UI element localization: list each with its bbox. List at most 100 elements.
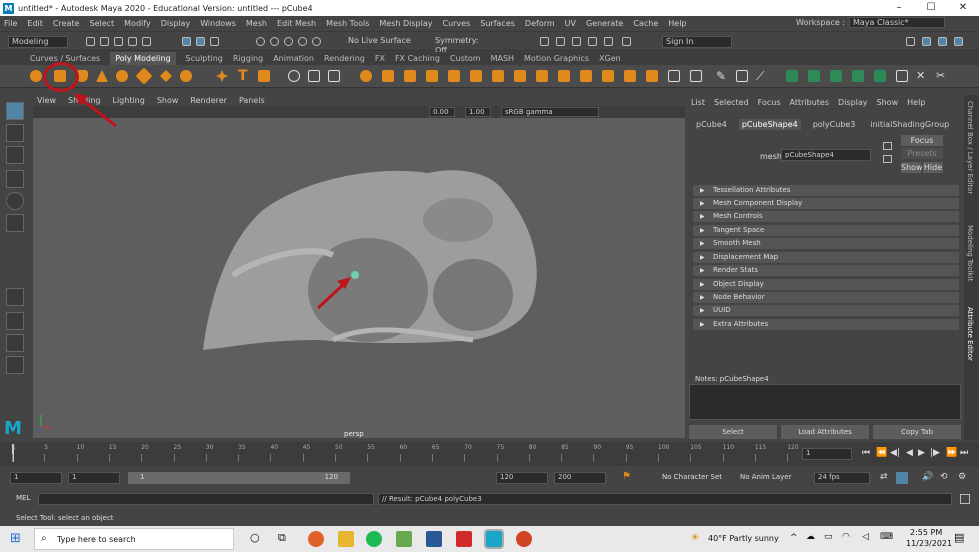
deformer-c-icon[interactable]: [830, 70, 842, 82]
cortana-icon[interactable]: ○: [250, 531, 260, 544]
minimize-button[interactable]: –: [883, 0, 915, 16]
scale-tool-icon[interactable]: [6, 214, 24, 232]
app-green-icon[interactable]: [396, 531, 412, 547]
target-weld-icon[interactable]: [602, 70, 614, 82]
vp-menu-panels[interactable]: Panels: [239, 95, 265, 106]
bridge-icon[interactable]: [426, 70, 438, 82]
command-input[interactable]: [38, 493, 374, 505]
draw-icon[interactable]: ⟋: [756, 70, 768, 82]
presets-button[interactable]: Presets: [901, 148, 943, 159]
menu-deform[interactable]: Deform: [525, 19, 555, 28]
tray-chevron-icon[interactable]: ^: [790, 533, 798, 543]
undo-icon[interactable]: [128, 37, 137, 46]
reset-icon[interactable]: ⟲: [940, 472, 948, 482]
shelf-tab-motion-graphics[interactable]: Motion Graphics: [524, 52, 589, 65]
ae-menu-focus[interactable]: Focus: [758, 98, 781, 107]
anim-prefs-icon[interactable]: ⚙: [958, 472, 966, 482]
taskbar-search-box[interactable]: ⌕ Type here to search: [34, 528, 234, 550]
snap-grid-icon[interactable]: [256, 37, 265, 46]
vp-menu-show[interactable]: Show: [157, 95, 179, 106]
menu-mesh-display[interactable]: Mesh Display: [379, 19, 432, 28]
notes-textarea[interactable]: [689, 384, 961, 420]
anim-layer-dropdown[interactable]: No Anim Layer: [740, 473, 791, 481]
poly-sphere-icon[interactable]: [30, 70, 42, 82]
step-back-frame-icon[interactable]: ◀|: [890, 448, 900, 458]
mirror-icon[interactable]: [382, 70, 394, 82]
step-forward-key-icon[interactable]: ⏩: [946, 448, 957, 458]
menu-edit[interactable]: Edit: [27, 19, 43, 28]
menu-mesh[interactable]: Mesh: [246, 19, 267, 28]
go-to-start-icon[interactable]: ⏮: [862, 448, 870, 458]
menu-edit-mesh[interactable]: Edit Mesh: [277, 19, 316, 28]
powerpoint-icon[interactable]: [516, 531, 532, 547]
file-explorer-icon[interactable]: [338, 531, 354, 547]
section-node-behavior[interactable]: Node Behavior: [693, 292, 959, 303]
battery-icon[interactable]: ▭: [824, 532, 833, 542]
shelf-tab-fx[interactable]: FX: [375, 52, 385, 65]
word-icon[interactable]: [426, 531, 442, 547]
four-view-layout-icon[interactable]: [6, 312, 24, 330]
select-by-component-icon[interactable]: [210, 37, 219, 46]
notifications-icon[interactable]: ▤: [954, 531, 964, 544]
ipr-render-icon[interactable]: [556, 37, 565, 46]
menu-curves[interactable]: Curves: [442, 19, 470, 28]
menu-create[interactable]: Create: [53, 19, 80, 28]
shelf-tab-sculpting[interactable]: Sculpting: [186, 52, 223, 65]
ae-menu-list[interactable]: List: [691, 98, 705, 107]
poly-plane-icon[interactable]: [135, 67, 153, 85]
clock-time[interactable]: 2:55 PM: [910, 528, 942, 537]
menu-cache[interactable]: Cache: [633, 19, 658, 28]
svg-icon[interactable]: [258, 70, 270, 82]
shelf-tab-xgen[interactable]: XGen: [599, 52, 621, 65]
time-slider[interactable]: 1 5 10 15 20 25 30 35 40 45 50 55 60 65 70 75 80 85 90 95 10…: [0, 442, 979, 466]
viewport-panel[interactable]: [33, 95, 685, 438]
menu-select[interactable]: Select: [89, 19, 114, 28]
anim-start-field[interactable]: 1: [68, 472, 120, 484]
deformer-a-icon[interactable]: [786, 70, 798, 82]
windows-start-icon[interactable]: ⊞: [10, 531, 21, 546]
shelf-tab-animation[interactable]: Animation: [273, 52, 314, 65]
anim-end-field[interactable]: 200: [554, 472, 606, 484]
ae-tab-pcubeshape4[interactable]: pCubeShape4: [738, 119, 801, 130]
ae-tab-pcube4[interactable]: pCube4: [693, 119, 730, 130]
mesh-name-field[interactable]: pCubeShape4: [781, 149, 871, 161]
section-render-stats[interactable]: Render Stats: [693, 265, 959, 276]
pause-icon[interactable]: [622, 37, 631, 46]
bevel-icon[interactable]: [492, 70, 504, 82]
current-frame-field[interactable]: 1: [802, 448, 852, 460]
select-by-hierarchy-icon[interactable]: [182, 37, 191, 46]
ae-focus-icon[interactable]: [883, 142, 892, 150]
section-mesh-component-display[interactable]: Mesh Component Display: [693, 198, 959, 209]
section-smooth-mesh[interactable]: Smooth Mesh: [693, 238, 959, 249]
uv-editor-icon[interactable]: [668, 70, 680, 82]
render-frame-icon[interactable]: [540, 37, 549, 46]
settings-gear-icon[interactable]: [906, 37, 915, 46]
cache-playback-icon[interactable]: [896, 472, 908, 484]
shelf-tab-rigging[interactable]: Rigging: [233, 52, 263, 65]
menu-modify[interactable]: Modify: [124, 19, 151, 28]
ae-menu-help[interactable]: Help: [907, 98, 925, 107]
live-surface-label[interactable]: No Live Surface: [345, 36, 415, 48]
mode-dropdown[interactable]: Modeling: [8, 36, 68, 48]
separate-icon[interactable]: [288, 70, 300, 82]
poly-disc-icon[interactable]: [160, 70, 172, 82]
render-settings-icon[interactable]: [572, 37, 581, 46]
lattice-icon[interactable]: [896, 70, 908, 82]
exposure-field[interactable]: 0.00: [429, 107, 455, 117]
script-language-toggle[interactable]: MEL: [16, 494, 30, 502]
sound-icon[interactable]: 🔊: [922, 472, 933, 482]
workspace-dropdown[interactable]: Maya Classic*: [849, 17, 945, 28]
snap-point-icon[interactable]: [284, 37, 293, 46]
single-perspective-layout-icon[interactable]: [6, 288, 24, 306]
section-object-display[interactable]: Object Display: [693, 279, 959, 290]
fps-dropdown[interactable]: 24 fps: [814, 472, 870, 484]
copy-tab-button[interactable]: Copy Tab: [873, 425, 961, 439]
ae-presets-icon[interactable]: [883, 155, 892, 163]
close-button[interactable]: ✕: [947, 0, 979, 16]
vp-menu-view[interactable]: View: [37, 95, 56, 106]
section-extra-attributes[interactable]: Extra Attributes: [693, 319, 959, 330]
extrude-icon[interactable]: [404, 70, 416, 82]
lasso-tool-icon[interactable]: [6, 124, 24, 142]
gamma-field[interactable]: 1.00: [465, 107, 491, 117]
character-set-dropdown[interactable]: No Character Set: [662, 473, 722, 481]
